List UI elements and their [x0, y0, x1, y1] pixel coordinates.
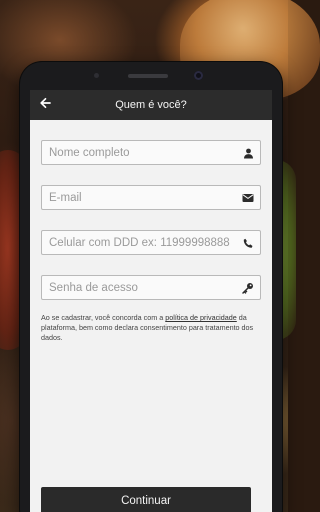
- privacy-notice: Ao se cadastrar, você concorda com a pol…: [41, 313, 261, 343]
- front-camera: [194, 71, 203, 80]
- signup-form: Ao se cadastrar, você concorda com a pol…: [30, 120, 272, 343]
- app-screen: Quem é você? Nome completo E-mail Celula…: [30, 90, 272, 512]
- email-input[interactable]: [42, 186, 260, 209]
- password-input[interactable]: [42, 276, 260, 299]
- proximity-sensor: [94, 73, 99, 78]
- full-name-input[interactable]: [42, 141, 260, 164]
- arrow-left-icon: [39, 96, 51, 114]
- back-button[interactable]: [34, 94, 56, 116]
- user-icon: [241, 146, 255, 160]
- privacy-policy-link[interactable]: política de privacidade: [165, 313, 237, 322]
- key-icon: [241, 281, 255, 295]
- phone-icon: [241, 236, 255, 250]
- phone-top-bezel: [20, 62, 282, 92]
- earpiece-speaker: [128, 74, 168, 78]
- privacy-notice-prefix: Ao se cadastrar, você concorda com a: [41, 313, 166, 322]
- continue-button[interactable]: Continuar: [41, 487, 251, 512]
- envelope-icon: [241, 191, 255, 205]
- page-title: Quem é você?: [115, 99, 187, 111]
- app-bar: Quem é você?: [30, 90, 272, 120]
- full-name-field: [41, 140, 261, 165]
- phone-input[interactable]: [42, 231, 260, 254]
- email-field: [41, 185, 261, 210]
- password-field: [41, 275, 261, 300]
- phone-field: [41, 230, 261, 255]
- phone-frame: Quem é você? Nome completo E-mail Celula…: [20, 62, 282, 512]
